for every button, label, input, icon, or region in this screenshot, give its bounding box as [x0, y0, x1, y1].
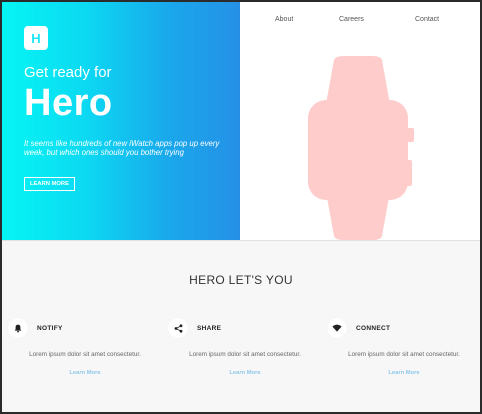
learn-more-link[interactable]: Learn More	[168, 370, 322, 376]
hero-tagline: Get ready for	[24, 64, 112, 81]
smartwatch-icon	[308, 56, 414, 240]
hero-image-panel: About Careers Contact	[240, 2, 480, 240]
hero-section: H Get ready for Hero It seems like hundr…	[2, 2, 480, 240]
top-nav: About Careers Contact	[240, 16, 480, 28]
feature-connect: CONNECT Lorem ipsum dolor sit amet conse…	[327, 318, 480, 388]
nav-link-contact[interactable]: Contact	[415, 16, 439, 23]
wifi-icon	[327, 318, 347, 338]
nav-link-careers[interactable]: Careers	[339, 16, 364, 23]
landing-page: H Get ready for Hero It seems like hundr…	[0, 0, 482, 414]
feature-text: Lorem ipsum dolor sit amet consectetur.	[29, 351, 141, 358]
feature-text: Lorem ipsum dolor sit amet consectetur.	[348, 351, 460, 358]
learn-more-link[interactable]: Learn More	[327, 370, 480, 376]
learn-more-link[interactable]: Learn More	[8, 370, 162, 376]
watch-button	[406, 160, 412, 186]
feature-label: CONNECT	[356, 325, 391, 332]
feature-label: NOTIFY	[37, 325, 63, 332]
feature-text: Lorem ipsum dolor sit amet consectetur.	[189, 351, 301, 358]
learn-more-button[interactable]: LEARN MORE	[24, 177, 75, 191]
logo[interactable]: H	[24, 26, 48, 50]
bell-icon	[8, 318, 28, 338]
feature-share: SHARE Lorem ipsum dolor sit amet consect…	[168, 318, 328, 388]
feature-label: SHARE	[197, 325, 222, 332]
hero-title: Hero	[24, 82, 113, 124]
hero-banner: H Get ready for Hero It seems like hundr…	[2, 2, 240, 240]
nav-link-about[interactable]: About	[275, 16, 293, 23]
share-icon	[168, 318, 188, 338]
features-title: HERO LET'S YOU	[189, 273, 293, 287]
hero-description: It seems like hundreds of new iWatch app…	[24, 139, 220, 157]
watch-body	[308, 100, 408, 200]
feature-notify: NOTIFY Lorem ipsum dolor sit amet consec…	[8, 318, 168, 388]
watch-top-band	[326, 56, 390, 104]
watch-crown	[406, 128, 414, 142]
features-section: HERO LET'S YOU NOTIFY Lorem ipsum dolor …	[2, 240, 480, 412]
